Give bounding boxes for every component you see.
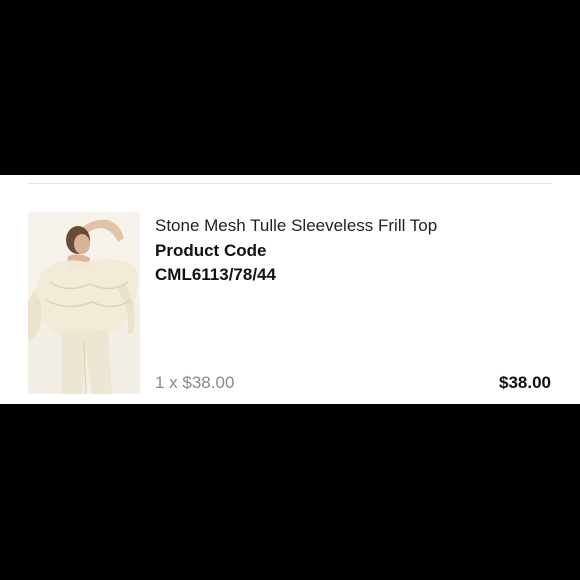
divider — [28, 183, 552, 184]
screenshot-frame: Stone Mesh Tulle Sleeveless Frill Top Pr… — [0, 0, 580, 580]
product-code-label: Product Code — [155, 241, 267, 260]
product-thumbnail[interactable] — [28, 212, 140, 394]
quantity-unit-price: 1 x $38.00 — [155, 373, 235, 392]
product-name[interactable]: Stone Mesh Tulle Sleeveless Frill Top — [155, 216, 437, 236]
line-total: $38.00 — [499, 373, 551, 392]
product-photo-icon — [28, 212, 140, 394]
cart-item-panel: Stone Mesh Tulle Sleeveless Frill Top Pr… — [0, 175, 580, 404]
product-code-value: CML6113/78/44 — [155, 265, 276, 284]
